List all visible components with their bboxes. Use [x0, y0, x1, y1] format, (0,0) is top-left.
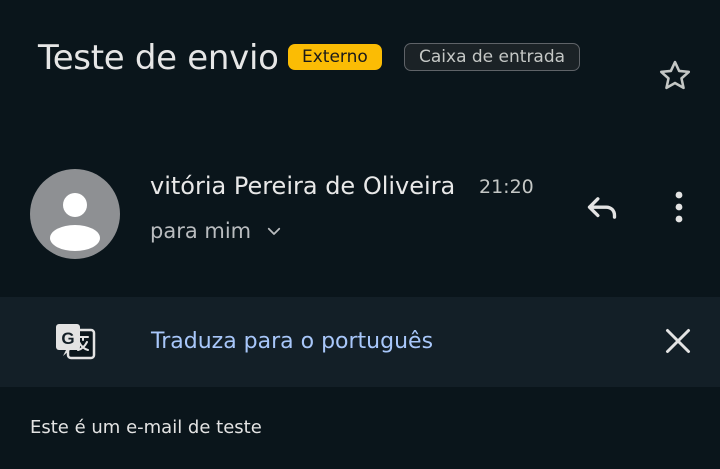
email-time: 21:20: [479, 176, 534, 198]
sender-name[interactable]: vitória Pereira de Oliveira: [150, 170, 455, 202]
label-inbox[interactable]: Caixa de entrada: [404, 43, 581, 71]
person-icon: [50, 193, 100, 251]
sender-row: vitória Pereira de Oliveira 21:20 para m…: [0, 160, 720, 270]
reply-icon: [587, 197, 617, 219]
close-translate-button[interactable]: [660, 323, 696, 359]
reply-button[interactable]: [582, 188, 622, 228]
translate-bar: G Traduza para o português: [0, 297, 720, 387]
recipient-label: para mim: [150, 219, 252, 243]
close-icon: [666, 329, 690, 353]
email-header: Teste de envio Externo Caixa de entrada: [0, 0, 720, 120]
label-external[interactable]: Externo: [288, 44, 382, 70]
translate-link[interactable]: Traduza para o português: [151, 326, 433, 358]
translate-icon: G: [52, 321, 98, 363]
avatar[interactable]: [30, 169, 120, 259]
more-options-button[interactable]: [664, 187, 694, 227]
recipient-toggle[interactable]: para mim: [150, 216, 283, 246]
star-icon[interactable]: [656, 57, 694, 95]
more-vert-icon: [675, 191, 683, 223]
email-subject: Teste de envio: [38, 38, 279, 78]
svg-text:G: G: [61, 329, 74, 348]
chevron-down-icon: [267, 227, 281, 235]
email-body: Este é um e-mail de teste: [30, 417, 262, 438]
